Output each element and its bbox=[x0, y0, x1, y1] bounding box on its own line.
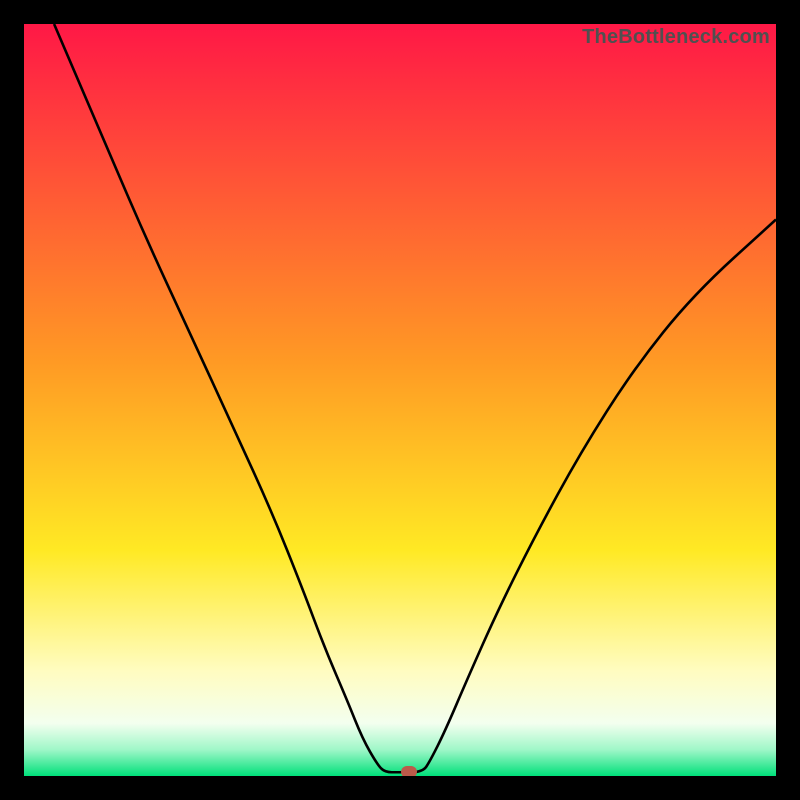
plot-area: TheBottleneck.com bbox=[24, 24, 776, 776]
chart-canvas bbox=[24, 24, 776, 776]
gradient-background bbox=[24, 24, 776, 776]
optimal-marker bbox=[401, 766, 417, 776]
chart-frame: TheBottleneck.com bbox=[0, 0, 800, 800]
watermark-label: TheBottleneck.com bbox=[582, 26, 770, 49]
